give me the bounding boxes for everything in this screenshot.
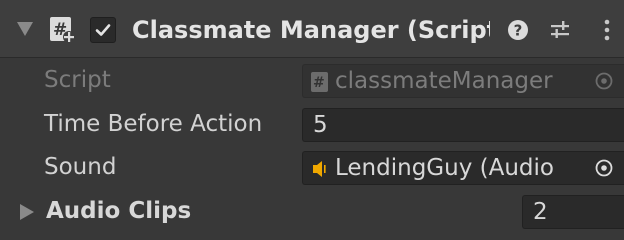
svg-text:#: # [313, 75, 325, 91]
audio-clips-size-input[interactable]: 2 [522, 195, 624, 229]
sound-object-field[interactable]: LendingGuy (Audio [302, 151, 624, 185]
preset-icon[interactable] [548, 18, 572, 42]
sound-label: Sound [44, 154, 117, 180]
object-picker-icon [595, 72, 613, 90]
help-icon[interactable]: ? [506, 18, 530, 42]
time-before-action-value[interactable]: 5 [313, 109, 328, 141]
component-title: Classmate Manager (Script) [132, 16, 490, 44]
property-row-sound: Sound LendingGuy (Audio [0, 147, 624, 187]
inspector-component-panel: # Classmate Manager (Script) ? Script # … [0, 0, 624, 240]
property-row-time-before-action: Time Before Action 5 [0, 104, 624, 144]
property-row-audio-clips[interactable]: Audio Clips 2 [0, 191, 624, 231]
checkmark-icon [95, 24, 111, 36]
sound-object-picker[interactable] [585, 152, 623, 184]
svg-text:?: ? [514, 22, 523, 40]
audio-clips-label[interactable]: Audio Clips [46, 191, 191, 231]
sound-object-name[interactable]: LendingGuy (Audio [335, 152, 579, 184]
object-picker-icon [595, 159, 613, 177]
script-object-name: classmateManager [335, 68, 553, 94]
script-object-picker [585, 65, 623, 97]
context-menu-icon[interactable] [595, 18, 619, 42]
component-header[interactable]: # Classmate Manager (Script) ? [0, 0, 624, 58]
script-label: Script [44, 67, 111, 93]
audio-source-icon [313, 161, 326, 177]
audio-clips-size-value[interactable]: 2 [533, 196, 548, 228]
script-object-field: # classmateManager [302, 64, 624, 98]
csharp-script-icon: # [50, 17, 75, 43]
foldout-arrow-icon[interactable] [17, 22, 33, 36]
property-row-script: Script # classmateManager [0, 60, 624, 100]
time-before-action-input[interactable]: 5 [302, 108, 624, 142]
csharp-script-icon: # [311, 72, 328, 92]
component-enabled-checkbox[interactable] [90, 17, 116, 43]
foldout-arrow-icon[interactable] [20, 204, 34, 220]
time-before-action-label: Time Before Action [44, 111, 263, 137]
